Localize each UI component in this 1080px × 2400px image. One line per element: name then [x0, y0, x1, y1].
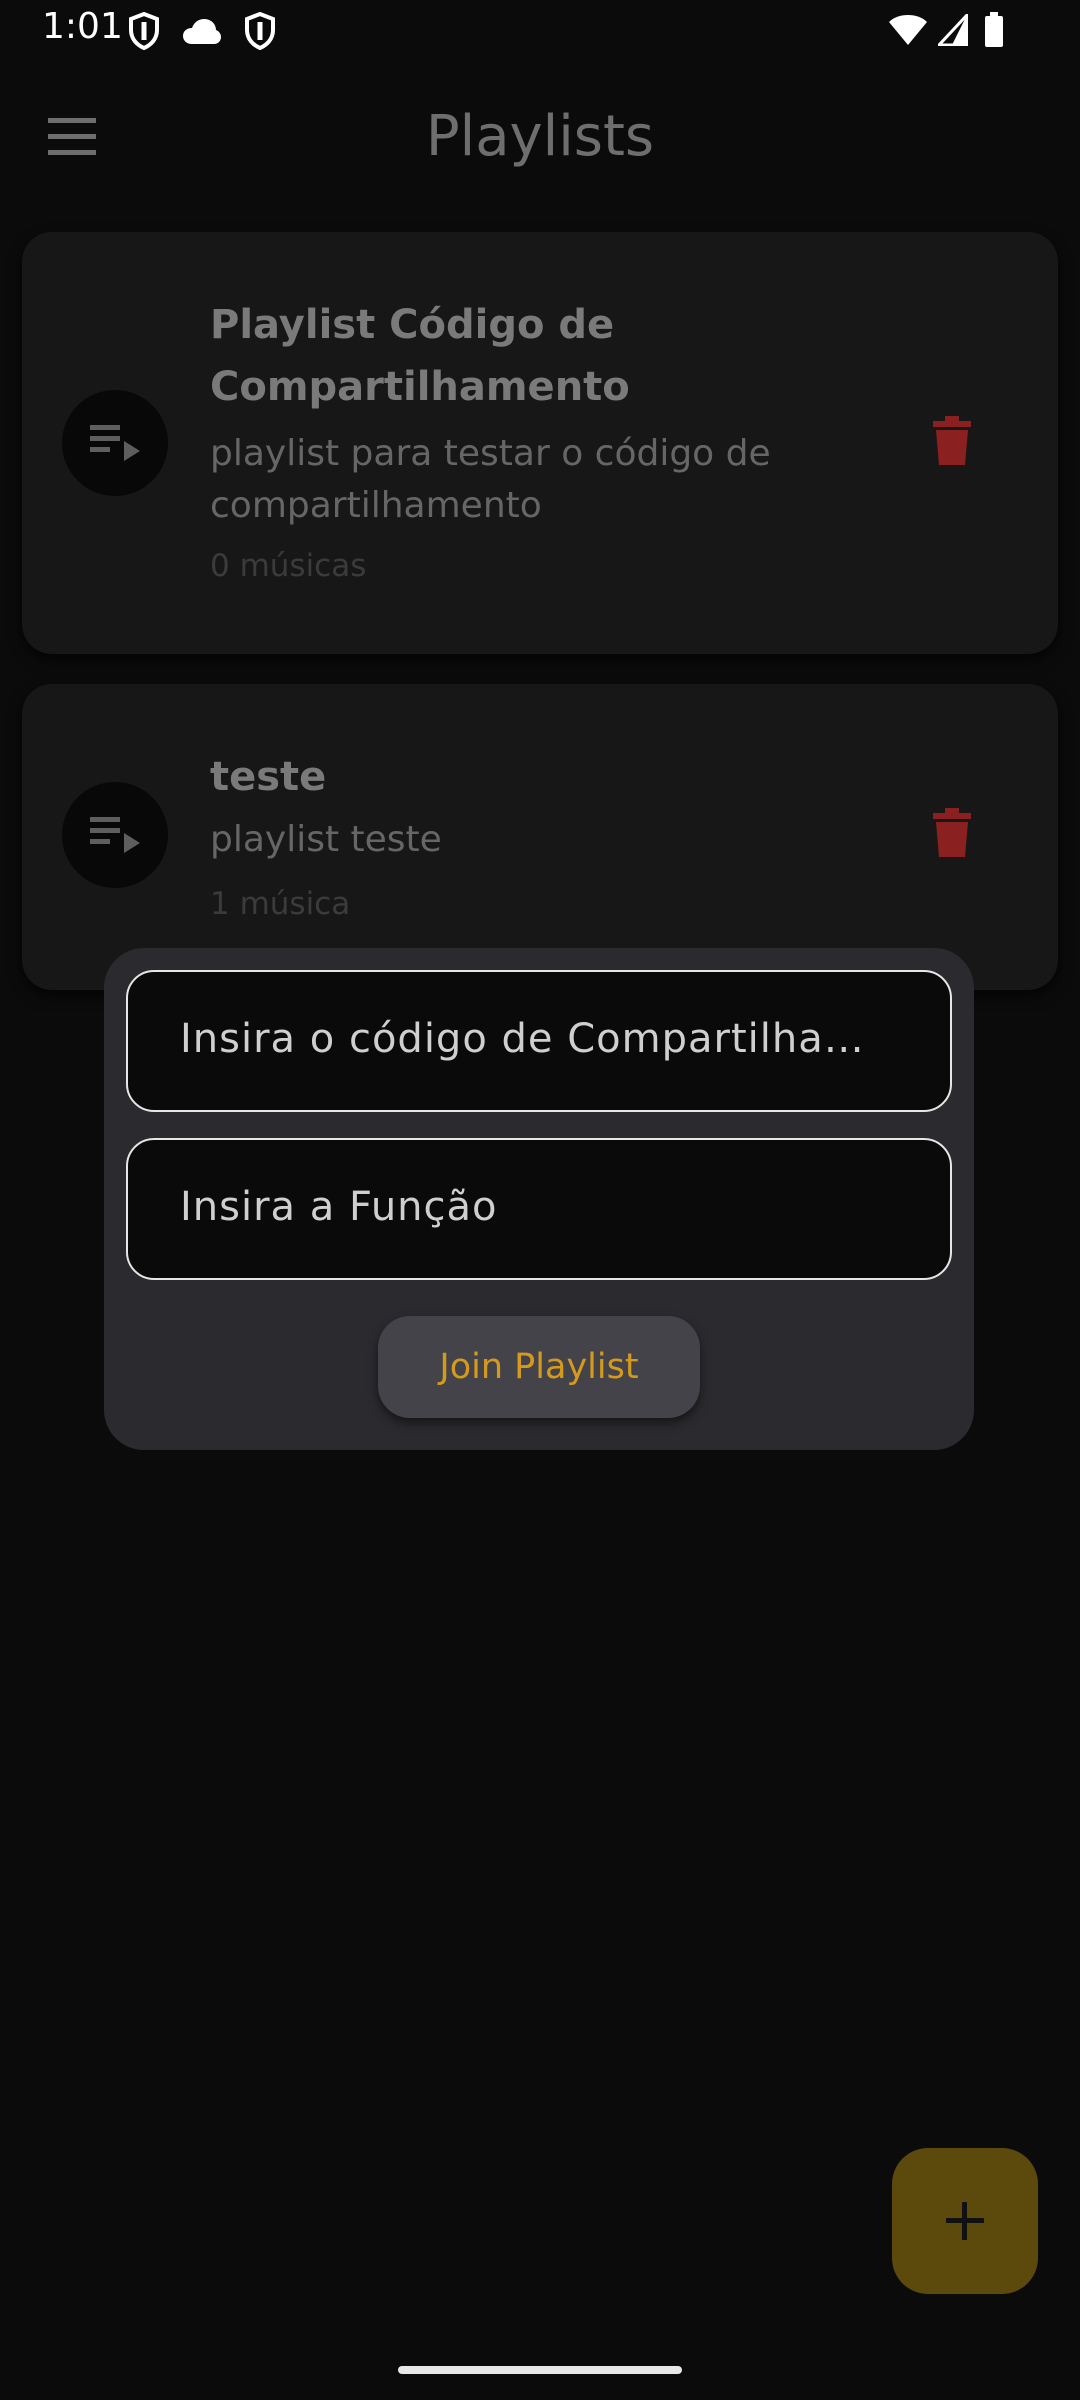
- app-bar: Playlists: [0, 62, 1080, 212]
- playlist-card[interactable]: teste playlist teste 1 música: [22, 684, 1058, 990]
- trash-icon[interactable]: [932, 416, 972, 466]
- playlist-description: playlist teste: [210, 819, 442, 860]
- playlist-play-icon: [90, 425, 140, 461]
- playlist-title: teste: [210, 754, 327, 800]
- status-bar: 1:01: [0, 0, 1080, 62]
- role-placeholder: Insira a Função: [180, 1184, 498, 1230]
- share-code-input[interactable]: Insira o código de Compartilhamento: [126, 970, 952, 1112]
- playlist-description: playlist para testar o código de compart…: [210, 433, 771, 526]
- role-input[interactable]: Insira a Função: [126, 1138, 952, 1280]
- playlist-song-count: 1 música: [210, 886, 351, 922]
- join-playlist-button[interactable]: Join Playlist: [378, 1316, 700, 1418]
- battery-icon: [985, 12, 1003, 47]
- wifi-icon: [889, 15, 927, 45]
- gesture-bar[interactable]: [398, 2366, 682, 2374]
- signal-icon: [938, 14, 968, 46]
- add-playlist-button[interactable]: [892, 2148, 1038, 2294]
- plus-icon: [946, 2202, 984, 2240]
- playlist-avatar: [62, 782, 168, 888]
- page-title: Playlists: [425, 104, 655, 169]
- playlist-card[interactable]: Playlist Código de Compartilhamento play…: [22, 232, 1058, 654]
- join-playlist-dialog: Insira o código de Compartilhamento Insi…: [104, 948, 974, 1450]
- shield-icon: [245, 12, 275, 50]
- playlist-song-count: 0 músicas: [210, 548, 367, 584]
- status-time: 1:01: [42, 6, 123, 47]
- shield-icon: [129, 12, 159, 50]
- playlist-play-icon: [90, 817, 140, 853]
- share-code-placeholder: Insira o código de Compartilhamento: [180, 1016, 900, 1062]
- screen: 1:01 Playlists Playlist Código de Compar…: [0, 0, 1080, 2400]
- cloud-icon: [183, 19, 221, 44]
- playlist-avatar: [62, 390, 168, 496]
- playlist-title: Playlist Código de Compartilhamento: [210, 302, 630, 410]
- trash-icon[interactable]: [932, 808, 972, 858]
